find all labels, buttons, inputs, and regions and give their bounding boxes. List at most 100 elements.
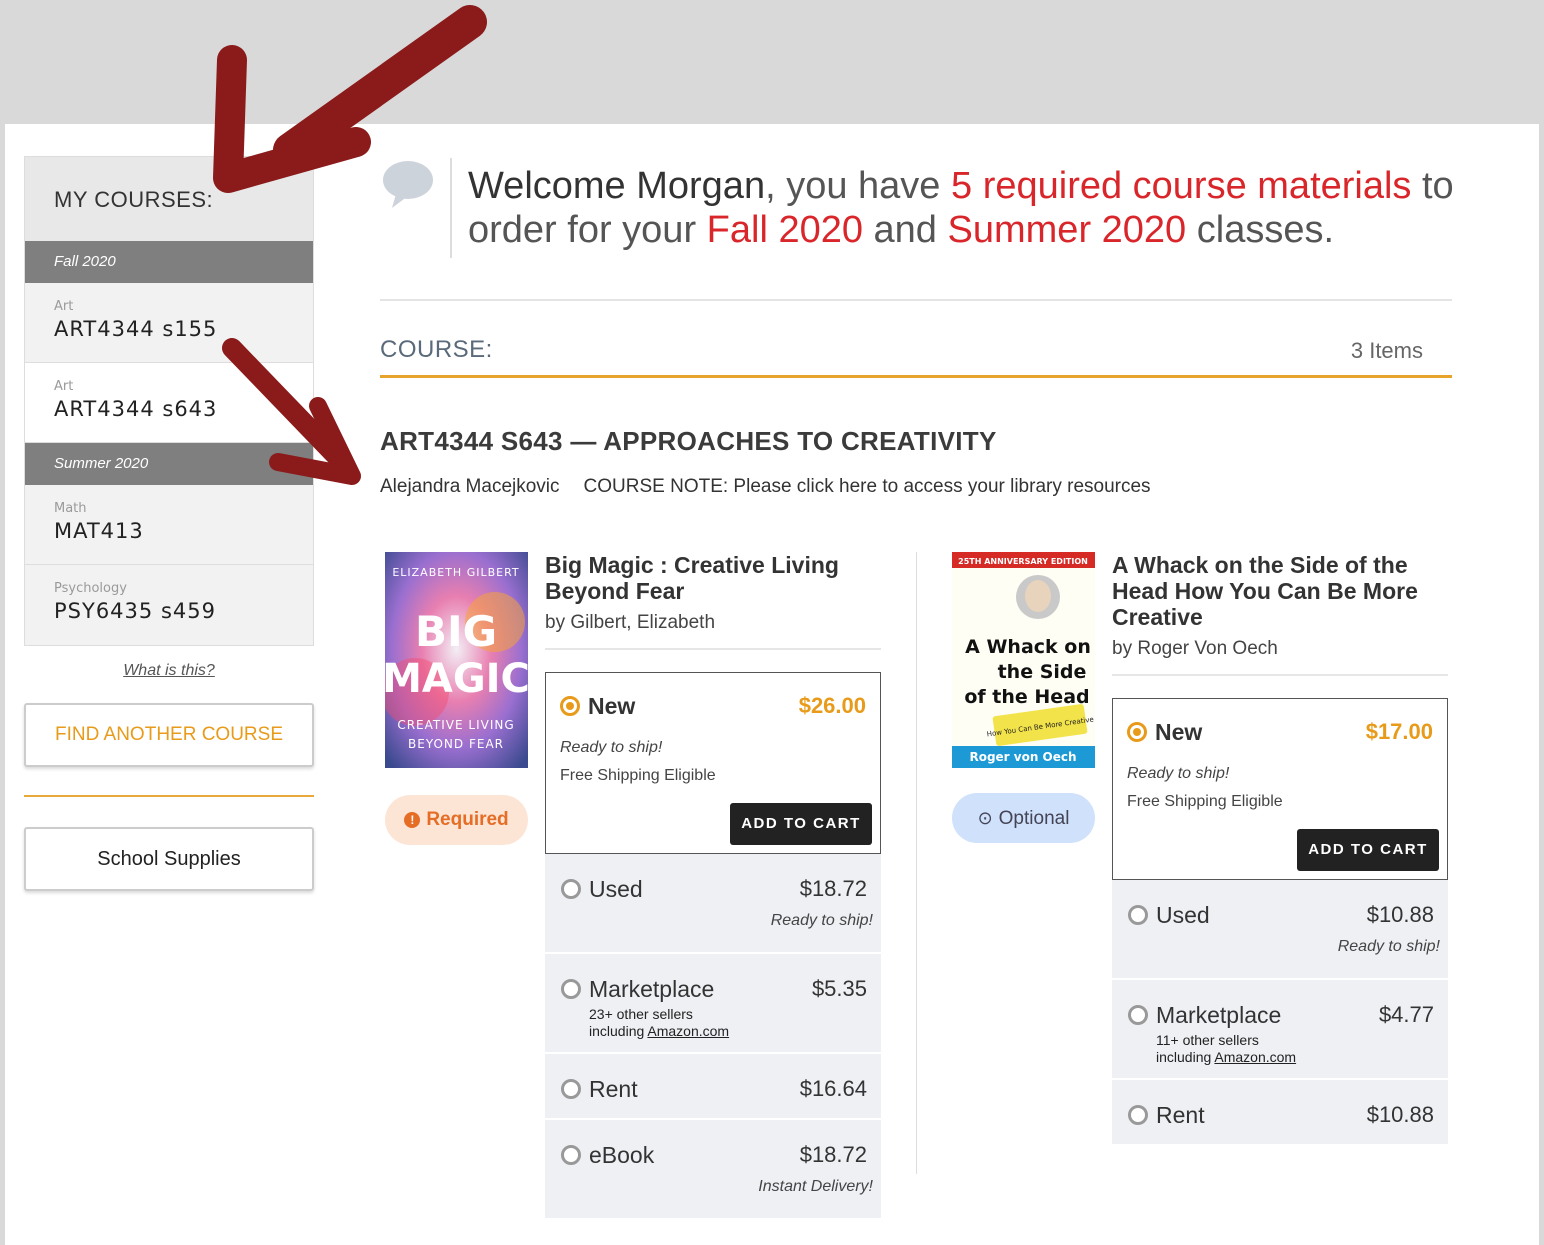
school-supplies-button[interactable]: School Supplies <box>24 827 314 891</box>
option-used[interactable]: Used $18.72 Ready to ship! <box>545 854 881 954</box>
target-icon: ⊙ <box>977 808 993 828</box>
option-price: $18.72 <box>799 876 867 901</box>
option-marketplace[interactable]: Marketplace $5.35 23+ other sellers incl… <box>545 954 881 1054</box>
option-rent[interactable]: Rent $10.88 <box>1112 1080 1448 1146</box>
find-another-course-button[interactable]: FIND ANOTHER COURSE <box>24 703 314 767</box>
cover-edition: 25TH ANNIVERSARY EDITION <box>958 557 1088 566</box>
term-summer: Summer 2020 <box>947 209 1187 251</box>
option-used[interactable]: Used $10.88 Ready to ship! <box>1112 880 1448 980</box>
required-count: 5 required course materials <box>951 165 1412 207</box>
book-info: A Whack on the Side of the Head How You … <box>1112 552 1448 1146</box>
cover-title-big: BIG <box>415 607 497 656</box>
sellers-info: 11+ other sellers including Amazon.com <box>1156 1032 1296 1066</box>
option-new[interactable]: New $17.00 Ready to ship! Free Shipping E… <box>1112 698 1448 880</box>
welcome-text: and <box>862 209 948 251</box>
option-label: New <box>588 693 636 719</box>
annotation-arrow-top <box>213 5 487 193</box>
course-code: MAT413 <box>54 519 144 543</box>
book-title[interactable]: A Whack on the Side of the Head How You … <box>1112 552 1448 630</box>
cover-author: ELIZABETH GILBERT <box>392 566 519 579</box>
sidebar: MY COURSES: Fall 2020 Art ART4344 s155 A… <box>24 156 314 891</box>
course-subject: Psychology <box>54 581 127 596</box>
add-to-cart-button[interactable]: ADD TO CART <box>730 803 872 845</box>
cover-subtitle-2: BEYOND FEAR <box>408 737 504 751</box>
course-note-link[interactable]: COURSE NOTE: Please click here to access… <box>584 476 1151 497</box>
amazon-link[interactable]: Amazon.com <box>647 1023 729 1039</box>
cover-title-3: of the Head <box>964 686 1089 708</box>
course-header-rule <box>380 375 1452 378</box>
option-price: $17.00 <box>1365 719 1433 744</box>
course-label: COURSE: <box>380 336 493 363</box>
sidebar-course-psy6435-s459[interactable]: Psychology PSY6435 s459 <box>25 565 313 645</box>
optional-badge: ⊙ Optional <box>952 793 1095 843</box>
instructor-name: Alejandra Macejkovic <box>380 476 560 497</box>
course-subject: Math <box>54 501 87 516</box>
option-label: Marketplace <box>1156 1002 1282 1028</box>
page: MY COURSES: Fall 2020 Art ART4344 s155 A… <box>5 124 1539 1245</box>
sidebar-divider <box>24 795 314 797</box>
option-label: Used <box>589 876 643 902</box>
ready-to-ship: Ready to ship! <box>1127 765 1230 782</box>
items-count: 3 Items <box>1350 338 1423 363</box>
add-to-cart-button[interactable]: ADD TO CART <box>1297 829 1439 871</box>
amazon-link[interactable]: Amazon.com <box>1214 1049 1296 1065</box>
instant-delivery: Instant Delivery! <box>758 1178 873 1195</box>
radio-icon[interactable] <box>1128 905 1148 925</box>
welcome-text: , you have <box>765 165 951 207</box>
option-label: Rent <box>589 1076 638 1102</box>
cover-title-magic: MAGIC <box>385 656 528 702</box>
ready-to-ship: Ready to ship! <box>560 739 663 756</box>
header-rule <box>380 299 1452 301</box>
option-new[interactable]: New $26.00 Ready to ship! Free Shipping E… <box>545 672 881 854</box>
sellers-count: 11+ other sellers <box>1156 1032 1259 1048</box>
badge-label: Required <box>426 809 509 830</box>
alert-icon: ! <box>404 812 421 828</box>
radio-icon[interactable] <box>1128 1105 1148 1125</box>
book-title[interactable]: Big Magic : Creative Living Beyond Fear <box>545 552 881 604</box>
option-price: $26.00 <box>798 693 866 718</box>
option-price: $4.77 <box>1378 1002 1434 1027</box>
annotation-arrow-middle <box>222 338 361 485</box>
course-meta: Alejandra Macejkovic COURSE NOTE: Please … <box>380 476 1151 498</box>
radio-icon[interactable] <box>561 979 581 999</box>
required-badge: ! Required <box>385 795 528 845</box>
cover-author: Roger von Oech <box>969 750 1076 764</box>
option-price: $10.88 <box>1366 1102 1434 1127</box>
option-label: Rent <box>1156 1102 1205 1128</box>
course-title: ART4344 S643 — APPROACHES TO CREATIVITY <box>380 426 997 456</box>
option-price: $18.72 <box>799 1142 867 1167</box>
sellers-including: including <box>1156 1049 1215 1065</box>
course-code: PSY6435 s459 <box>54 599 216 623</box>
option-label: Marketplace <box>589 976 715 1002</box>
radio-icon[interactable] <box>561 879 581 899</box>
radio-selected-icon[interactable] <box>560 696 580 716</box>
option-label: New <box>1155 719 1203 745</box>
cover-title-1: A Whack on <box>965 636 1091 658</box>
option-label: eBook <box>589 1142 655 1168</box>
option-price: $5.35 <box>811 976 867 1001</box>
course-subject: Art <box>54 299 74 314</box>
radio-icon[interactable] <box>561 1079 581 1099</box>
option-ebook[interactable]: eBook $18.72 Instant Delivery! <box>545 1120 881 1220</box>
option-price: $10.88 <box>1366 902 1434 927</box>
what-is-this-link[interactable]: What is this? <box>24 662 314 680</box>
term-fall: Fall 2020 <box>706 209 863 251</box>
cover-subtitle-1: CREATIVE LIVING <box>397 718 514 732</box>
option-rent[interactable]: Rent $16.64 <box>545 1054 881 1120</box>
ready-to-ship: Ready to ship! <box>1337 938 1440 955</box>
book-info: Big Magic : Creative Living Beyond Fear … <box>545 552 881 1220</box>
book-cover-big-magic[interactable]: ELIZABETH GILBERT BIG MAGIC CREATIVE LIV… <box>385 552 528 768</box>
option-label: Used <box>1156 902 1210 928</box>
sellers-count: 23+ other sellers <box>589 1006 693 1022</box>
radio-icon[interactable] <box>1128 1005 1148 1025</box>
radio-selected-icon[interactable] <box>1127 722 1147 742</box>
option-price: $16.64 <box>799 1076 867 1101</box>
sidebar-course-mat413[interactable]: Math MAT413 <box>25 485 313 565</box>
book-cover-whack[interactable]: 25TH ANNIVERSARY EDITION A Whack on the … <box>952 552 1095 768</box>
book-author: by Roger Von Oech <box>1112 638 1448 676</box>
option-marketplace[interactable]: Marketplace $4.77 11+ other sellers incl… <box>1112 980 1448 1080</box>
column-divider <box>916 552 917 1174</box>
free-shipping: Free Shipping Eligible <box>560 767 716 784</box>
cover-title-2: the Side <box>998 661 1087 683</box>
radio-icon[interactable] <box>561 1145 581 1165</box>
